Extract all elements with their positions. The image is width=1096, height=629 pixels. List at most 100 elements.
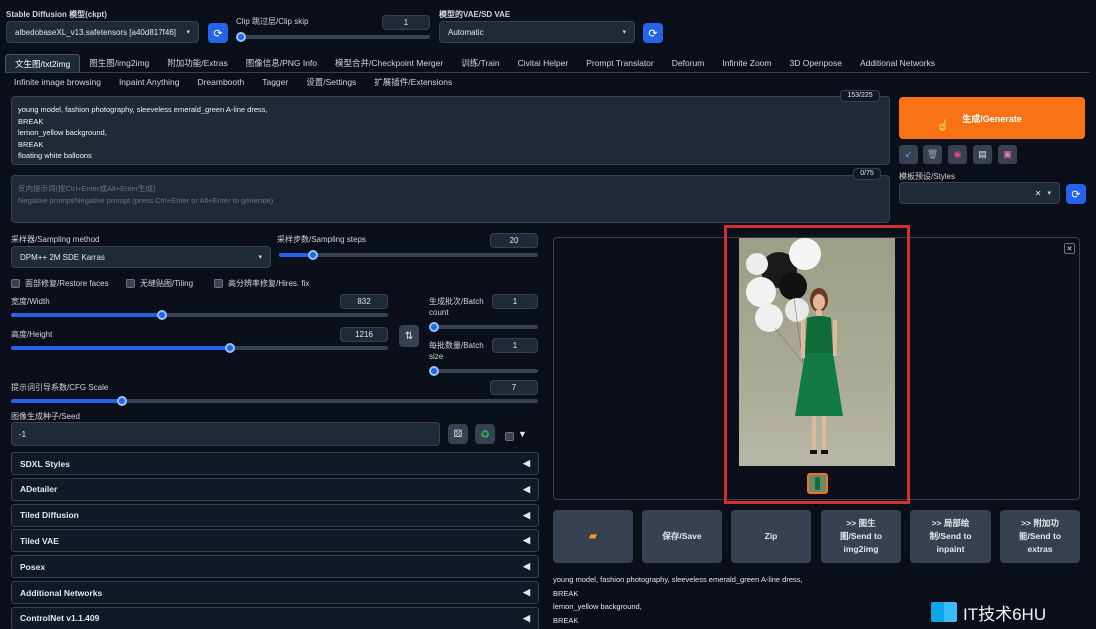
tab-item[interactable]: 训练/Train [452, 54, 508, 73]
accordion-title: Tiled Diffusion [20, 510, 79, 521]
prompt-line: BREAK [18, 116, 44, 126]
accordion-title: SDXL Styles [20, 458, 70, 469]
sampling-steps-input[interactable]: 20 [490, 233, 538, 248]
tab-item[interactable]: 3D Openpose [780, 54, 850, 73]
cfg-scale-thumb[interactable] [117, 396, 127, 406]
tab-item[interactable]: 图像信息/PNG Info [237, 54, 326, 73]
restore-faces-checkbox[interactable] [11, 279, 20, 289]
accordion-adetailer[interactable]: ADetailer ◀ [11, 477, 539, 501]
width-slider[interactable] [11, 310, 388, 320]
chevron-down-icon: ▾ [186, 29, 190, 36]
send-to-inpaint-button[interactable]: >> 局部绘 制/Send to inpaint [910, 510, 991, 563]
width-thumb[interactable] [157, 310, 167, 320]
tiling-option[interactable]: 无缝贴图/Tiling [126, 278, 193, 289]
accordion-tiled-vae[interactable]: Tiled VAE ◀ [11, 529, 539, 553]
batch-size-input[interactable]: 1 [492, 338, 538, 353]
tab-item[interactable]: Dreambooth [188, 73, 253, 91]
generate-label: 生成/Generate [962, 113, 1022, 124]
tab-item[interactable]: 模型合并/Checkpoint Merger [326, 54, 452, 73]
clear-icon[interactable]: ✕ [1035, 189, 1042, 198]
tab-item[interactable]: Prompt Translator [577, 54, 663, 73]
accordion-additional-networks[interactable]: Additional Networks ◀ [11, 581, 539, 604]
tab-item[interactable]: 扩展插件/Extensions [365, 73, 461, 91]
extra-seed-toggle[interactable]: ▼ [518, 429, 527, 439]
batch-count-slider[interactable] [429, 322, 538, 332]
hires-checkbox[interactable] [214, 279, 223, 289]
refresh-vae-button[interactable]: ⟳ [643, 23, 663, 43]
open-folder-button[interactable]: ▰ [553, 510, 633, 563]
tab-item[interactable]: Infinite image browsing [5, 73, 110, 91]
width-input[interactable]: 832 [340, 294, 388, 309]
tiling-checkbox[interactable] [126, 279, 135, 289]
cfg-scale-input[interactable]: 7 [490, 380, 538, 395]
extra-networks-button[interactable]: ◉ [948, 145, 967, 164]
refresh-ckpt-button[interactable]: ⟳ [208, 23, 228, 43]
tab-item[interactable]: Tagger [253, 73, 297, 91]
tab-item[interactable]: 附加功能/Extras [158, 54, 236, 73]
height-thumb[interactable] [225, 343, 235, 353]
hires-label: 高分辨率修复/Hires. fix [228, 279, 310, 288]
clip-skip-slider[interactable] [236, 32, 430, 42]
tab-item[interactable]: Infinite Zoom [713, 54, 780, 73]
accordion-title: Tiled VAE [20, 535, 59, 546]
apply-style-button[interactable]: ▤ [973, 145, 992, 164]
height-slider[interactable] [11, 343, 388, 353]
random-seed-button[interactable]: ⚄ [448, 424, 468, 444]
reuse-seed-button[interactable]: ♻ [475, 424, 495, 444]
info-line: BREAK [553, 615, 579, 625]
ckpt-dropdown[interactable]: albedobaseXL_v13.safetensors [a40d817f46… [6, 21, 199, 43]
batch-size-thumb[interactable] [429, 366, 439, 376]
batch-count-thumb[interactable] [429, 322, 439, 332]
sampling-method-dropdown[interactable]: DPM++ 2M SDE Karras ▾ [11, 246, 271, 268]
prompt-textarea[interactable]: young model, fashion photography, sleeve… [11, 96, 890, 165]
tab-item[interactable]: Additional Networks [851, 54, 944, 73]
triangle-left-icon: ◀ [523, 535, 530, 546]
extra-seed-checkbox[interactable] [505, 431, 519, 442]
zip-button[interactable]: Zip [731, 510, 811, 563]
accordion-sdxl-styles[interactable]: SDXL Styles ◀ [11, 452, 539, 475]
sampling-steps-thumb[interactable] [308, 250, 318, 260]
clipboard-icon: ▤ [978, 149, 987, 159]
chevron-down-icon: ▾ [622, 29, 626, 36]
sampling-steps-slider[interactable] [279, 250, 538, 260]
close-icon: ✕ [1066, 245, 1073, 253]
close-gallery-button[interactable]: ✕ [1064, 243, 1075, 254]
generate-button[interactable]: 生成/Generate [899, 97, 1085, 139]
tab-item[interactable]: Civitai Helper [509, 54, 578, 73]
vae-dropdown[interactable]: Automatic ▾ [439, 21, 635, 43]
styles-dropdown[interactable]: ✕ ▾ [899, 182, 1060, 204]
refresh-styles-button[interactable]: ⟳ [1066, 184, 1086, 204]
clear-prompt-button[interactable]: 🗑 [923, 145, 942, 164]
clip-skip-input[interactable]: 1 [382, 15, 430, 30]
info-line: BREAK [553, 588, 579, 598]
send-to-extras-button[interactable]: >> 附加功 能/Send to extras [1000, 510, 1080, 563]
seed-input[interactable]: -1 [11, 422, 440, 446]
accordion-controlnet-v1-1-409[interactable]: ControlNet v1.1.409 ◀ [11, 606, 539, 629]
extra-seed-checkbox-box[interactable] [505, 432, 514, 442]
generation-info: young model, fashion photography, sleeve… [553, 573, 803, 627]
negative-prompt-textarea[interactable]: 反向提示词(按Ctrl+Enter或Alt+Enter生成) Negative … [11, 175, 890, 223]
restore-faces-option[interactable]: 面部修复/Restore faces [11, 278, 109, 289]
styles-label: 模板预设/Styles [899, 172, 956, 181]
tab-item[interactable]: 图生图/img2img [80, 54, 158, 73]
tab-item[interactable]: 设置/Settings [297, 73, 365, 91]
tab-divider [5, 72, 1090, 73]
batch-count-input[interactable]: 1 [492, 294, 538, 309]
accordion-posex[interactable]: Posex ◀ [11, 555, 539, 579]
accordion-tiled-diffusion[interactable]: Tiled Diffusion ◀ [11, 503, 539, 527]
clip-skip-thumb[interactable] [236, 32, 246, 42]
hires-option[interactable]: 高分辨率修复/Hires. fix [214, 278, 309, 289]
read-params-button[interactable]: ↙ [899, 145, 918, 164]
save-style-button[interactable]: ▣ [998, 145, 1017, 164]
batch-size-slider[interactable] [429, 366, 538, 376]
tab-item[interactable]: Deforum [663, 54, 714, 73]
save-button[interactable]: 保存/Save [642, 510, 722, 563]
cfg-scale-slider[interactable] [11, 396, 538, 406]
save-icon: ▣ [1003, 149, 1012, 159]
tab-item[interactable]: Inpaint Anything [110, 73, 189, 91]
swap-dimensions-button[interactable]: ⇅ [399, 325, 419, 347]
negative-token-counter: 0/75 [853, 168, 881, 180]
send-to-img2img-button[interactable]: >> 图生 图/Send to img2img [821, 510, 901, 563]
height-input[interactable]: 1216 [340, 327, 388, 342]
tab-item[interactable]: 文生图/txt2img [5, 54, 81, 73]
